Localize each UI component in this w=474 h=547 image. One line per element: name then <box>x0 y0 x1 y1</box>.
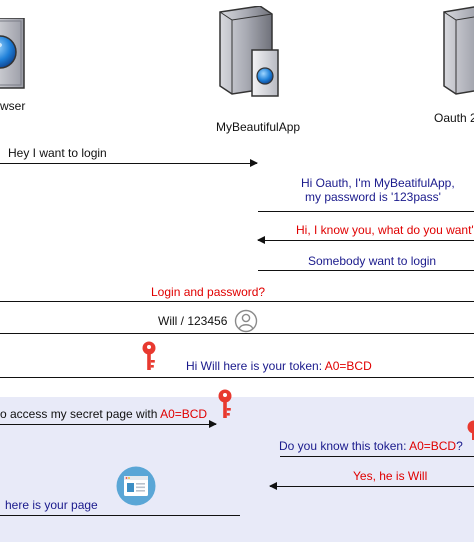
actor-label-oauth: Oauth 2 <box>434 111 474 125</box>
message-line <box>0 377 474 378</box>
arrow-left <box>269 482 474 490</box>
message-label: Login and password? <box>151 285 266 299</box>
message-line <box>258 211 474 212</box>
message-label: Somebody want to login <box>308 254 437 268</box>
arrow-right <box>0 420 217 428</box>
message-label: Hey I want to login <box>8 146 107 160</box>
key-icon <box>142 341 156 370</box>
message-line <box>0 515 240 516</box>
message-label: Hi Oauth, I'm MyBeatifulApp, <box>301 176 455 190</box>
message-label: my password is '123pass' <box>305 190 441 204</box>
server-icon <box>219 6 279 97</box>
message-label: Hi Will here is your token: A0=BCD <box>186 359 372 373</box>
arrow-left <box>257 236 474 244</box>
message-line <box>280 456 474 457</box>
key-icon <box>218 389 232 418</box>
message-line <box>0 301 474 302</box>
message-label: Do you know this token: A0=BCD? <box>279 439 463 453</box>
key-icon <box>467 420 474 440</box>
message-line <box>0 333 474 334</box>
message-label: Will / 123456 <box>158 314 228 328</box>
message-label: o access my secret page with A0=BCD <box>0 407 208 421</box>
user-icon <box>234 309 258 333</box>
actor-label-app: MyBeautifulApp <box>216 120 301 134</box>
arrow-right <box>0 159 258 167</box>
message-label: Hi, I know you, what do you want' <box>296 223 474 237</box>
sequence-diagram: wser MyBeautifulApp Oauth 2 Hey I want t… <box>0 0 474 547</box>
actor-label-browser: wser <box>0 99 26 113</box>
message-line <box>258 270 474 271</box>
server-icon <box>443 6 474 95</box>
message-label: Yes, he is Will <box>353 469 428 483</box>
browser-icon <box>0 18 25 89</box>
webpage-icon <box>116 466 156 506</box>
message-label: here is your page <box>5 498 98 512</box>
